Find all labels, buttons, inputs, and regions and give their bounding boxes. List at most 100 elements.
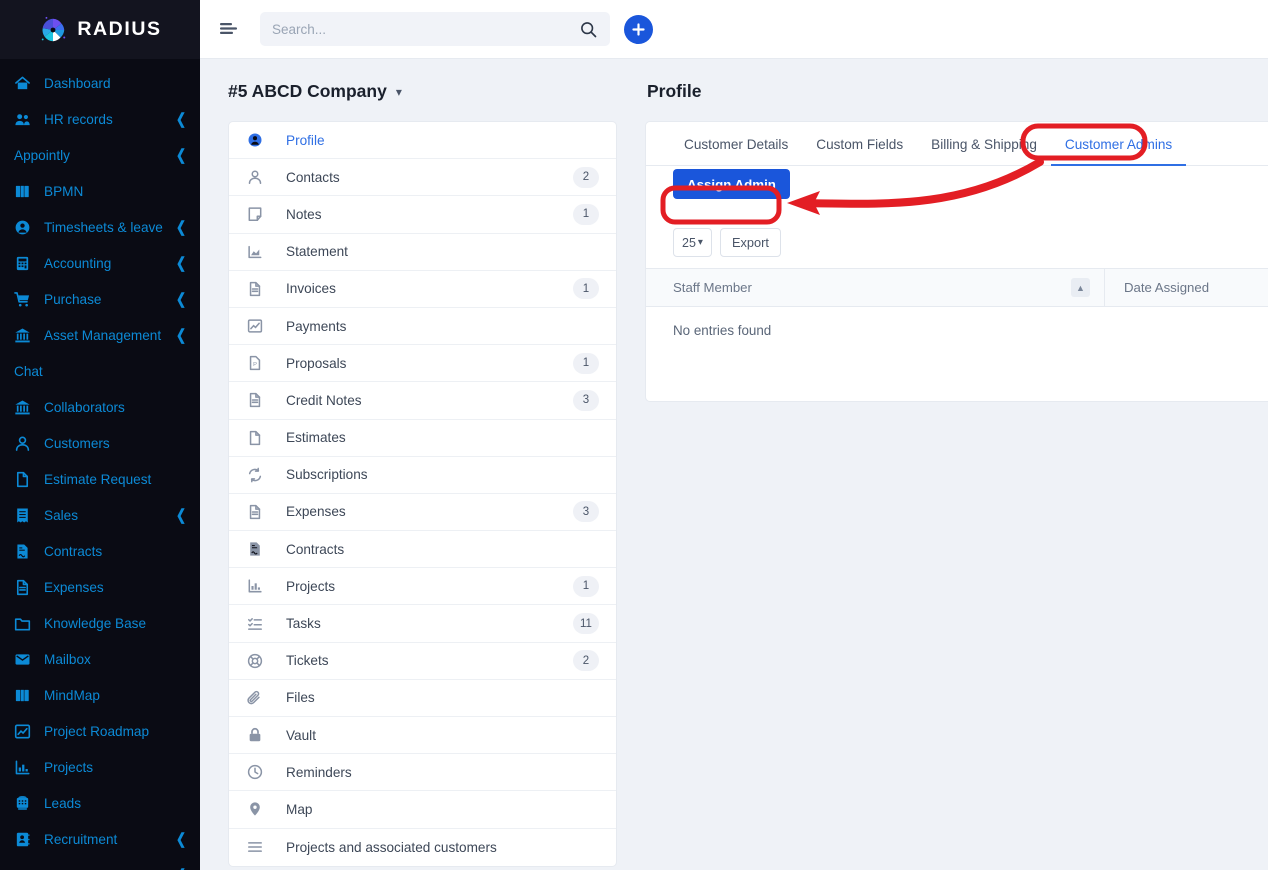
note-icon bbox=[246, 205, 264, 223]
customer-menu-item-profile[interactable]: Profile bbox=[229, 122, 616, 160]
customer-menu-item-label: Expenses bbox=[286, 504, 346, 520]
customer-menu-item-proposals[interactable]: P Proposals 1 bbox=[229, 345, 616, 383]
customer-menu-item-estimates[interactable]: Estimates bbox=[229, 420, 616, 457]
sidebar-item-label: Leads bbox=[44, 795, 82, 811]
sidebar-item-estimate-request[interactable]: Estimate Request bbox=[0, 461, 200, 497]
customer-menu-item-reminders[interactable]: Reminders bbox=[229, 754, 616, 792]
sidebar-item-sales[interactable]: Sales ❮ bbox=[0, 497, 200, 533]
search-input[interactable] bbox=[272, 21, 578, 37]
add-new-button[interactable] bbox=[624, 14, 653, 44]
chevron-left-icon[interactable]: ❮ bbox=[176, 830, 186, 848]
customer-menu-item-credit-notes[interactable]: Credit Notes 3 bbox=[229, 382, 616, 420]
app-logo[interactable]: RADIUS bbox=[0, 0, 200, 59]
column-header-label: Staff Member bbox=[673, 280, 752, 295]
sidebar-item-label: Appointly bbox=[14, 147, 70, 163]
tab-custom-fields[interactable]: Custom Fields bbox=[802, 137, 917, 165]
sidebar-item-accounting[interactable]: Accounting ❮ bbox=[0, 245, 200, 281]
customer-menu-item-subscriptions[interactable]: Subscriptions bbox=[229, 457, 616, 494]
customer-menu-item-contracts[interactable]: Contracts bbox=[229, 531, 616, 569]
export-button[interactable]: Export bbox=[719, 228, 781, 257]
proposal-icon: P bbox=[246, 354, 264, 372]
sidebar-item-recruitment[interactable]: Recruitment ❮ bbox=[0, 821, 200, 857]
chevron-down-icon[interactable]: ▾ bbox=[396, 85, 402, 99]
customer-menu-item-tasks[interactable]: Tasks 11 bbox=[229, 605, 616, 643]
sidebar-item-expenses[interactable]: Expenses bbox=[0, 569, 200, 605]
sidebar-item-timesheets-leave[interactable]: Timesheets & leave ❮ bbox=[0, 209, 200, 245]
customer-menu-item-label: Reminders bbox=[286, 764, 352, 780]
customer-menu-item-label: Statement bbox=[286, 244, 348, 260]
tab-customer-details[interactable]: Customer Details bbox=[670, 137, 802, 165]
sidebar-item-project-roadmap[interactable]: Project Roadmap bbox=[0, 713, 200, 749]
sidebar-item-leads[interactable]: Leads bbox=[0, 785, 200, 821]
tab-customer-admins[interactable]: Customer Admins bbox=[1050, 137, 1187, 166]
empty-state-message: No entries found bbox=[673, 323, 772, 338]
customer-menu-item-notes[interactable]: Notes 1 bbox=[229, 196, 616, 234]
chart-area-icon bbox=[246, 243, 264, 261]
column-header-date-assigned[interactable]: Date Assigned bbox=[1105, 269, 1268, 306]
customer-title-header[interactable]: #5 ABCD Company ▾ bbox=[228, 81, 617, 102]
funnel-icon bbox=[14, 794, 36, 812]
sidebar-item-knowledge-base[interactable]: Knowledge Base bbox=[0, 605, 200, 641]
customer-menu-item-projects[interactable]: Projects 1 bbox=[229, 568, 616, 606]
search-icon[interactable] bbox=[578, 19, 598, 39]
assign-admin-button[interactable]: Assign Admin bbox=[673, 169, 790, 199]
sidebar-item-label: Sales bbox=[44, 507, 79, 523]
sidebar-item-mindmap[interactable]: MindMap bbox=[0, 677, 200, 713]
calculator-icon bbox=[14, 254, 36, 272]
page-size-select[interactable]: 25 ▾ bbox=[673, 228, 712, 257]
column-header-staff-member[interactable]: Staff Member ▲ bbox=[646, 269, 1105, 306]
customer-menu-item-label: Projects and associated customers bbox=[286, 839, 497, 855]
customer-menu-item-statement[interactable]: Statement bbox=[229, 234, 616, 271]
hamburger-menu-icon[interactable] bbox=[213, 14, 243, 44]
sidebar-item-chat[interactable]: Chat bbox=[0, 353, 200, 389]
chevron-left-icon[interactable]: ❮ bbox=[176, 146, 186, 164]
customer-menu-item-projects-and-associated-customers[interactable]: Projects and associated customers bbox=[229, 829, 616, 866]
customer-menu-item-label: Files bbox=[286, 690, 315, 706]
customer-menu-item-map[interactable]: Map bbox=[229, 791, 616, 829]
sidebar-item-purchase[interactable]: Purchase ❮ bbox=[0, 281, 200, 317]
sidebar-item-appointly[interactable]: Appointly ❮ bbox=[0, 137, 200, 173]
customer-menu-item-label: Credit Notes bbox=[286, 392, 362, 408]
folder-icon bbox=[14, 614, 36, 632]
chevron-left-icon[interactable]: ❮ bbox=[176, 326, 186, 344]
customer-menu-item-label: Notes bbox=[286, 206, 322, 222]
contract-icon bbox=[246, 540, 264, 558]
chevron-left-icon[interactable]: ❮ bbox=[176, 506, 186, 524]
customer-menu-item-invoices[interactable]: Invoices 1 bbox=[229, 271, 616, 308]
chevron-left-icon[interactable]: ❮ bbox=[176, 254, 186, 272]
sidebar-item-asset-management[interactable]: Asset Management ❮ bbox=[0, 317, 200, 353]
sidebar-item-label: Estimate Request bbox=[44, 471, 152, 487]
customer-menu-item-files[interactable]: Files bbox=[229, 680, 616, 717]
customer-menu-item-contacts[interactable]: Contacts 2 bbox=[229, 159, 616, 197]
top-bar bbox=[200, 0, 1268, 59]
tab-billing-shipping[interactable]: Billing & Shipping bbox=[917, 137, 1051, 165]
customer-menu-item-payments[interactable]: Payments bbox=[229, 308, 616, 346]
sidebar-item-zoom-meeting[interactable]: Zoom Meeting❮ bbox=[0, 857, 200, 870]
sidebar-item-collaborators[interactable]: Collaborators bbox=[0, 389, 200, 425]
sidebar-item-label: Expenses bbox=[44, 579, 104, 595]
bank-icon bbox=[14, 398, 36, 416]
sidebar-item-mailbox[interactable]: Mailbox bbox=[0, 641, 200, 677]
svg-text:P: P bbox=[253, 362, 257, 368]
sidebar-item-customers[interactable]: Customers bbox=[0, 425, 200, 461]
sidebar-item-bpmn[interactable]: BPMN bbox=[0, 173, 200, 209]
contract-icon bbox=[14, 542, 36, 560]
chevron-left-icon[interactable]: ❮ bbox=[176, 110, 186, 128]
sidebar-item-contracts[interactable]: Contracts bbox=[0, 533, 200, 569]
sidebar-item-dashboard[interactable]: Dashboard bbox=[0, 65, 200, 101]
customer-menu-item-label: Invoices bbox=[286, 281, 336, 297]
chevron-left-icon[interactable]: ❮ bbox=[176, 866, 186, 870]
customer-menu-list: Profile Contacts 2 Notes 1 Statement Invoices 1… bbox=[228, 121, 617, 867]
search-box[interactable] bbox=[260, 12, 610, 46]
sidebar-item-hr-records[interactable]: HR records ❮ bbox=[0, 101, 200, 137]
customer-menu-item-tickets[interactable]: Tickets 2 bbox=[229, 643, 616, 680]
chevron-left-icon[interactable]: ❮ bbox=[176, 218, 186, 236]
chevron-up-icon[interactable]: ▲ bbox=[1071, 278, 1090, 297]
customer-menu-item-vault[interactable]: Vault bbox=[229, 717, 616, 755]
file-lines-icon bbox=[14, 578, 36, 596]
sidebar-nav: Dashboard HR records ❮ Appointly ❮ BPMN Timesh… bbox=[0, 59, 200, 870]
sidebar-item-projects[interactable]: Projects bbox=[0, 749, 200, 785]
customer-menu-item-expenses[interactable]: Expenses 3 bbox=[229, 494, 616, 532]
chevron-left-icon[interactable]: ❮ bbox=[176, 290, 186, 308]
user-icon bbox=[246, 168, 264, 186]
